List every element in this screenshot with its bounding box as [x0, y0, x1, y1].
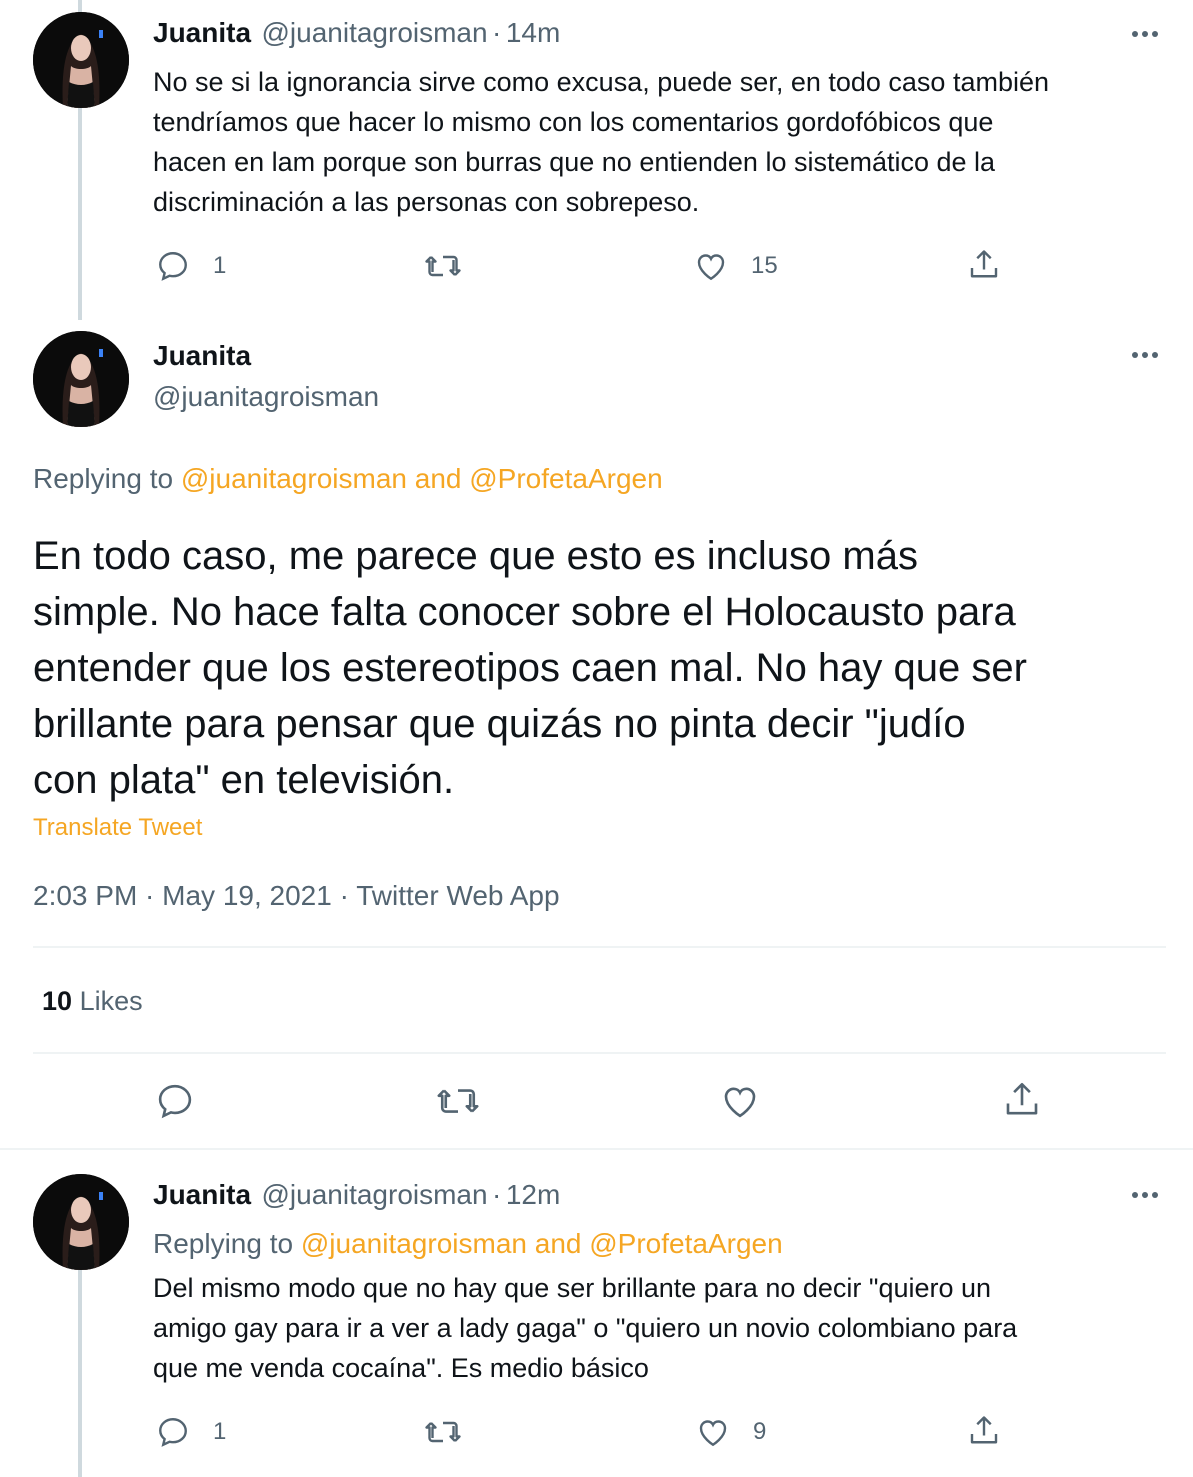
like-icon: [724, 1087, 756, 1118]
avatar[interactable]: [33, 1174, 129, 1270]
retweet-button[interactable]: [423, 248, 463, 284]
divider: [0, 1148, 1193, 1150]
retweet-icon: [425, 255, 461, 277]
more-icon[interactable]: [1132, 1192, 1158, 1198]
reply-button[interactable]: [154, 1080, 196, 1122]
tweet-text-line: En todo caso, me parece que esto es incl…: [33, 534, 918, 578]
replying-to-link[interactable]: @juanitagroisman and @ProfetaArgen: [181, 463, 663, 494]
more-icon[interactable]: [1132, 31, 1158, 37]
tweet-text-line: brillante para pensar que quizás no pint…: [33, 702, 966, 746]
avatar[interactable]: [33, 331, 129, 427]
avatar-image: [33, 12, 129, 108]
like-icon: [699, 1420, 727, 1447]
tweet-text-line: Del mismo modo que no hay que ser brilla…: [153, 1273, 992, 1303]
share-icon: [970, 1416, 998, 1444]
share-button[interactable]: [966, 246, 1002, 284]
tweet-text-line: entender que los estereotipos caen mal. …: [33, 646, 1027, 690]
more-icon[interactable]: [1132, 352, 1158, 358]
author-handle[interactable]: @juanitagroisman: [261, 1179, 487, 1210]
tweet-text: No se si la ignorancia sirve como excusa…: [153, 62, 1163, 222]
share-button[interactable]: [1001, 1078, 1043, 1122]
like-count: 15: [751, 252, 778, 279]
author-name[interactable]: Juanita: [153, 1179, 251, 1210]
likes-count: 10: [42, 986, 73, 1016]
author-name[interactable]: Juanita: [153, 17, 251, 48]
tweet-text-line: discriminación a las personas con sobrep…: [153, 187, 700, 217]
replying-label: Replying to: [153, 1228, 294, 1259]
like-button[interactable]: 9: [695, 1414, 766, 1450]
tweet-time[interactable]: 12m: [506, 1179, 560, 1210]
share-button[interactable]: [966, 1412, 1002, 1450]
tweet-text-line: que me venda cocaína". Es medio básico: [153, 1353, 649, 1383]
tweet-text-line: No se si la ignorancia sirve como excusa…: [153, 67, 1049, 97]
divider: [33, 946, 1166, 948]
like-count: 9: [753, 1418, 767, 1445]
tweet-text-line: amigo gay para ir a ver a lady gaga" o "…: [153, 1313, 1018, 1343]
reply-icon: [158, 1084, 192, 1119]
reply-count: 1: [213, 252, 227, 279]
likes-stat[interactable]: 10 Likes: [42, 986, 143, 1017]
retweet-icon: [437, 1089, 479, 1113]
like-button[interactable]: 15: [693, 248, 778, 284]
dot-separator: ·: [492, 1179, 502, 1210]
thread-line: [78, 1270, 82, 1477]
tweet-text: Del mismo modo que no hay que ser brilla…: [153, 1268, 1163, 1388]
retweet-icon: [425, 1421, 461, 1443]
tweet-text-line: con plata" en televisión.: [33, 758, 455, 802]
tweet-text-line: simple. No hace falta conocer sobre el H…: [33, 590, 1016, 634]
replying-to: Replying to @juanitagroisman and @Profet…: [33, 463, 663, 495]
replying-to-link[interactable]: @juanitagroisman and @ProfetaArgen: [301, 1228, 783, 1259]
translate-tweet-link[interactable]: Translate Tweet: [33, 814, 202, 842]
retweet-button[interactable]: [434, 1080, 482, 1122]
reply-count: 1: [213, 1418, 227, 1445]
tweet-text-line: tendríamos que hacer lo mismo con los co…: [153, 107, 994, 137]
avatar-image: [33, 331, 129, 427]
avatar[interactable]: [33, 12, 129, 108]
replying-label: Replying to: [33, 463, 174, 494]
author-handle[interactable]: @juanitagroisman: [261, 17, 487, 48]
tweet-text-line: hacen en lam porque son burras que no en…: [153, 147, 996, 177]
retweet-button[interactable]: [423, 1414, 463, 1450]
like-icon: [697, 254, 725, 281]
likes-label: Likes: [79, 986, 143, 1016]
share-icon: [970, 250, 998, 278]
avatar-image: [33, 1174, 129, 1270]
tweet-time[interactable]: 14m: [506, 17, 560, 48]
tweet-timestamp[interactable]: 2:03 PM · May 19, 2021 · Twitter Web App: [33, 880, 560, 912]
share-icon: [1006, 1082, 1038, 1115]
author-name[interactable]: Juanita: [153, 340, 251, 372]
divider: [33, 1052, 1166, 1054]
reply-icon: [159, 1418, 187, 1447]
author-handle[interactable]: @juanitagroisman: [153, 381, 379, 413]
reply-icon: [159, 252, 187, 281]
reply-button[interactable]: 1: [155, 1414, 226, 1450]
replying-to: Replying to @juanitagroisman and @Profet…: [153, 1228, 783, 1260]
dot-separator: ·: [492, 17, 502, 48]
like-button[interactable]: [719, 1080, 761, 1122]
tweet-text: En todo caso, me parece que esto es incl…: [33, 528, 1183, 808]
reply-button[interactable]: 1: [155, 248, 226, 284]
